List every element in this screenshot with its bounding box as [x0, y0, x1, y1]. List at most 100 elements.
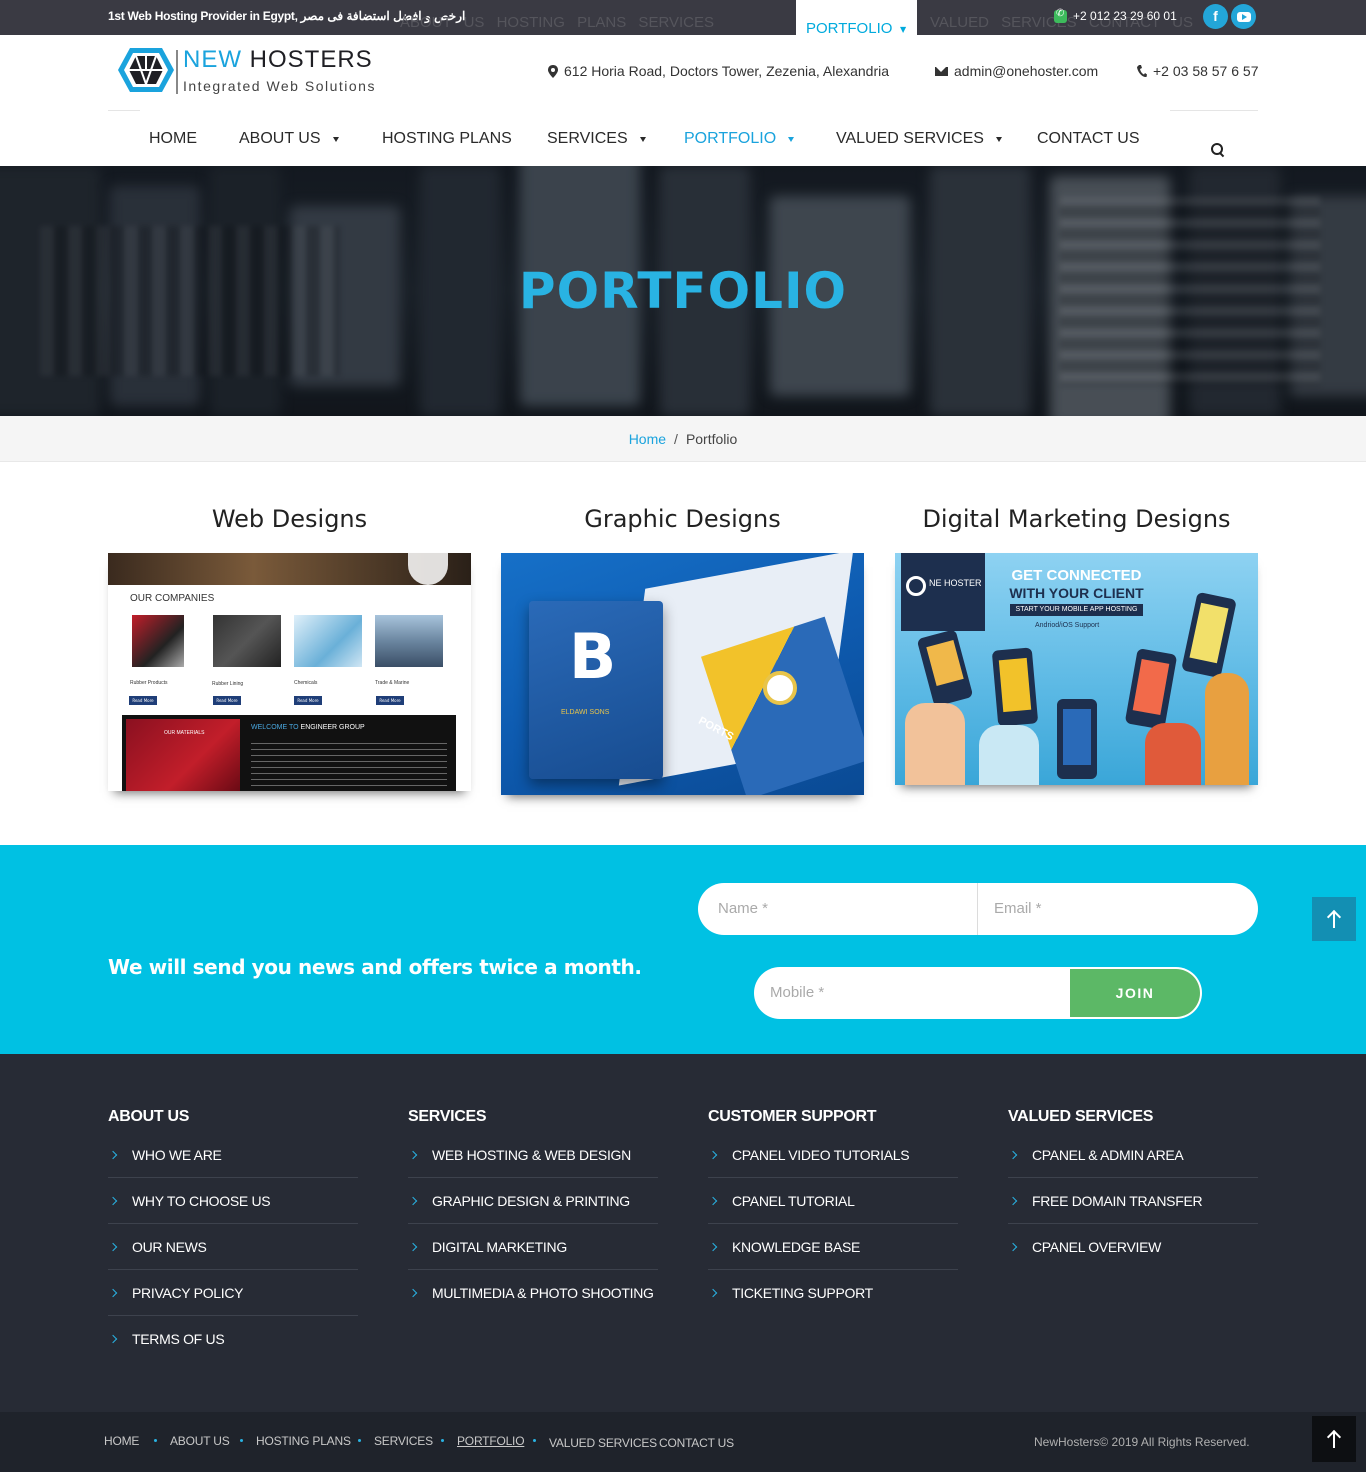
bottom-link-home[interactable]: HOME [104, 1434, 139, 1448]
footer-link[interactable]: DIGITAL MARKETING [408, 1224, 658, 1270]
name-input[interactable]: Name * [718, 900, 768, 917]
scroll-to-top-button[interactable] [1312, 897, 1356, 941]
page-title: PORTFOLIO [518, 262, 848, 320]
web-card-heading: OUR COMPANIES [130, 593, 215, 604]
brand-name-hosters: HOSTERS [249, 46, 373, 73]
nav-about[interactable]: ABOUT US [239, 130, 339, 148]
footer-col-valued: VALUED SERVICES CPANEL & ADMIN AREA FREE… [1008, 1108, 1258, 1284]
footer-link-label: CPANEL & ADMIN AREA [1032, 1146, 1184, 1163]
brand-logo-icon[interactable] [116, 44, 176, 96]
footer-link-label: CPANEL TUTORIAL [732, 1192, 855, 1209]
mobile-input[interactable]: Mobile * [770, 984, 824, 1001]
ghost-nav-left: ABOUT US HOSTING PLANS SERVICES [400, 14, 715, 31]
location-pin-icon [548, 64, 558, 78]
footer-col-about: ABOUT US WHO WE ARE WHY TO CHOOSE US OUR… [108, 1108, 358, 1376]
bottom-link-contact[interactable]: CONTACT US [659, 1436, 734, 1450]
footer-link[interactable]: TICKETING SUPPORT [708, 1270, 958, 1316]
chevron-right-icon [408, 1288, 418, 1298]
bottom-link-services[interactable]: SERVICES [374, 1434, 433, 1448]
brand-name[interactable]: NEW HOSTERS [183, 46, 373, 74]
bottom-link-hosting[interactable]: HOSTING PLANS [256, 1434, 351, 1448]
web-designs-card[interactable]: OUR COMPANIES Rubber Products Rubber Lin… [108, 553, 471, 791]
footer-link[interactable]: CPANEL OVERVIEW [1008, 1224, 1258, 1270]
digital-marketing-title[interactable]: Digital Marketing Designs [895, 505, 1258, 533]
footer-link[interactable]: CPANEL VIDEO TUTORIALS [708, 1132, 958, 1178]
phone-icon [1137, 64, 1147, 77]
graphic-designs-title[interactable]: Graphic Designs [501, 505, 864, 533]
footer-link[interactable]: FREE DOMAIN TRANSFER [1008, 1178, 1258, 1224]
top-phone[interactable]: +2 012 23 29 60 01 [1054, 8, 1177, 23]
breadcrumb-current: Portfolio [685, 431, 738, 447]
footer-link[interactable]: CPANEL TUTORIAL [708, 1178, 958, 1224]
nav-portfolio[interactable]: PORTFOLIO [684, 130, 795, 148]
web-read-more-2: Read More [213, 696, 241, 705]
chevron-right-icon [708, 1196, 718, 1205]
chevron-right-icon [708, 1150, 718, 1159]
footer-link[interactable]: PRIVACY POLICY [108, 1270, 358, 1316]
bottom-link-portfolio[interactable]: PORTFOLIO [457, 1434, 525, 1448]
web-materials-label: OUR MATERIALS [164, 730, 205, 736]
chevron-right-icon [108, 1288, 118, 1297]
footer-link-label: FREE DOMAIN TRANSFER [1032, 1192, 1203, 1209]
nav-hosting-plans[interactable]: HOSTING PLANS [382, 130, 512, 148]
breadcrumb-home[interactable]: Home [629, 431, 666, 447]
sticky-nav-portfolio[interactable]: PORTFOLIO ▼ [796, 0, 917, 37]
header-phone[interactable]: +2 03 58 57 6 57 [1137, 63, 1259, 79]
chevron-right-icon [1008, 1242, 1018, 1252]
web-designs-title[interactable]: Web Designs [108, 505, 471, 533]
footer-link[interactable]: CPANEL & ADMIN AREA [1008, 1132, 1258, 1178]
footer-link[interactable]: OUR NEWS [108, 1224, 358, 1270]
web-item-2: Rubber Lining [212, 681, 244, 687]
nav-home[interactable]: HOME [149, 130, 197, 148]
footer-link[interactable]: TERMS OF US [108, 1316, 358, 1362]
digital-logo: NE HOSTER [929, 578, 982, 588]
brand-name-new: NEW [183, 46, 242, 73]
chevron-right-icon [708, 1288, 718, 1298]
nav-hosting-label: HOSTING PLANS [382, 130, 512, 147]
main-nav: HOME ABOUT US HOSTING PLANS SERVICES POR… [0, 130, 1366, 154]
join-button[interactable]: JOIN [1070, 969, 1200, 1017]
chevron-right-icon [1008, 1150, 1018, 1159]
digital-line4: Andriod/iOS Support [1035, 622, 1100, 629]
nav-contact[interactable]: CONTACT US [1037, 130, 1140, 148]
bottom-link-about[interactable]: ABOUT US [170, 1434, 230, 1448]
nav-contact-label: CONTACT US [1037, 130, 1140, 147]
nav-services-label: SERVICES [547, 130, 628, 147]
nav-home-label: HOME [149, 130, 197, 147]
header-email[interactable]: admin@onehoster.com [935, 63, 1098, 79]
header-divider-left [108, 110, 140, 111]
graphic-designs-card[interactable]: B ELDAWI SONS PORTS [501, 553, 864, 795]
web-read-more-1: Read More [129, 696, 157, 705]
scroll-to-top-button-dark[interactable] [1312, 1416, 1356, 1462]
caret-icon: ▼ [900, 25, 907, 34]
bottom-dot [240, 1439, 243, 1442]
facebook-icon[interactable]: f [1203, 4, 1228, 29]
digital-line3: START YOUR MOBILE APP HOSTING [1010, 604, 1143, 616]
top-bar: 1st Web Hosting Provider in Egypt, ارخص … [0, 0, 1366, 35]
bottom-link-valued[interactable]: VALUED SERVICES [549, 1436, 657, 1450]
newsletter-mobile-group: Mobile * JOIN [754, 967, 1202, 1019]
bottom-dot [533, 1439, 536, 1442]
copyright: NewHosters© 2019 All Rights Reserved. [1034, 1435, 1250, 1449]
search-icon[interactable] [1211, 143, 1225, 157]
ghost-sticky-nav: ABOUT US HOSTING PLANS SERVICES VALUED S… [400, 14, 1193, 31]
web-welcome-prefix: WELCOME TO [251, 724, 299, 731]
footer-link[interactable]: WEB HOSTING & WEB DESIGN [408, 1132, 658, 1178]
footer-link[interactable]: KNOWLEDGE BASE [708, 1224, 958, 1270]
footer-link[interactable]: WHO WE ARE [108, 1132, 358, 1178]
footer-link[interactable]: MULTIMEDIA & PHOTO SHOOTING [408, 1270, 658, 1316]
whatsapp-icon [1054, 8, 1067, 23]
nav-valued-services[interactable]: VALUED SERVICES [836, 130, 1002, 148]
phone-text: +2 03 58 57 6 57 [1153, 63, 1259, 79]
digital-marketing-card[interactable]: NE HOSTER GET CONNECTED WITH YOUR CLIENT… [895, 553, 1258, 785]
youtube-icon[interactable] [1231, 4, 1256, 29]
email-input[interactable]: Email * [994, 900, 1042, 917]
footer-link[interactable]: GRAPHIC DESIGN & PRINTING [408, 1178, 658, 1224]
digital-line2: WITH YOUR CLIENT [1009, 585, 1144, 601]
caret-down-icon [332, 136, 339, 142]
chevron-right-icon [408, 1242, 418, 1251]
nav-services[interactable]: SERVICES [547, 130, 646, 148]
bottom-dot [154, 1439, 157, 1442]
footer-link[interactable]: WHY TO CHOOSE US [108, 1178, 358, 1224]
footer-link-label: DIGITAL MARKETING [432, 1238, 567, 1255]
